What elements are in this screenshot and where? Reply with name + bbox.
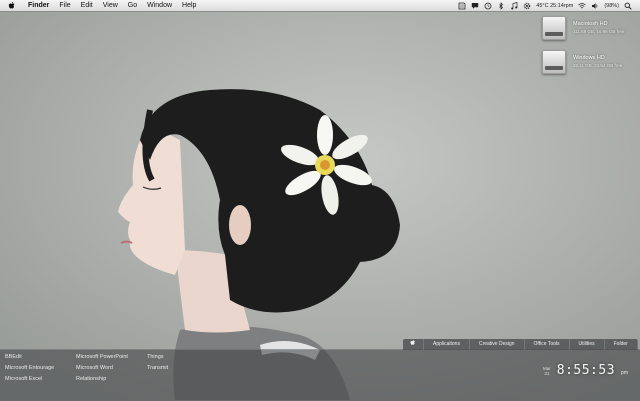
shelf-item-transmit[interactable]: Transmit [147, 363, 168, 374]
tab-creative-design[interactable]: Creative Design [470, 339, 525, 350]
desktop-drive-macintosh-hd[interactable]: Macintosh HD 111.68 GB, 16.96 GB free [542, 16, 624, 40]
bluetooth-icon[interactable] [497, 1, 505, 10]
menu-finder[interactable]: Finder [23, 0, 54, 11]
clock-day: 31 [544, 370, 550, 376]
time-machine-icon[interactable] [484, 2, 492, 10]
desktop-drive-windows-hd[interactable]: Windows HD 32.11 GB, 24.64 GB free [542, 50, 622, 74]
tab-applications[interactable]: Applications [424, 339, 470, 350]
chat-icon[interactable] [471, 2, 479, 10]
drive-name: Macintosh HD [573, 21, 608, 27]
clock-date: Mar 31 [543, 366, 551, 376]
desktop-clock: Mar 31 8:55:53 pm [543, 363, 628, 378]
apple-logo-icon[interactable] [8, 1, 16, 10]
clock-time: 8:55:53 [556, 363, 616, 378]
drive-name: Windows HD [573, 55, 605, 61]
shelf-item-bbedit[interactable]: BBEdit [5, 352, 54, 363]
menu-bar-extras: 45°C 25:14rpm (98%) [458, 0, 640, 11]
hard-drive-icon [542, 50, 566, 74]
battery-status[interactable]: (98%) [604, 3, 619, 9]
shelf-item-microsoft-powerpoint[interactable]: Microsoft PowerPoint [76, 352, 128, 363]
drive-info: 32.11 GB, 24.64 GB free [573, 63, 623, 68]
drive-info: 111.68 GB, 16.96 GB free [573, 29, 625, 34]
shelf-item-microsoft-word[interactable]: Microsoft Word [76, 363, 128, 374]
clock-period: pm [621, 370, 628, 376]
tab-office-tools[interactable]: Office Tools [525, 339, 570, 350]
menu-window[interactable]: Window [142, 0, 177, 11]
shelf-item-relationship[interactable]: Relationship [76, 374, 128, 385]
spotlight-search-icon[interactable] [624, 2, 632, 10]
temperature-fan-readout[interactable]: 45°C 25:14rpm [536, 3, 573, 9]
tab-utilities[interactable]: Utilities [570, 339, 605, 350]
volume-icon[interactable] [591, 2, 599, 10]
hard-drive-icon [542, 16, 566, 40]
stack-tabs: Applications Creative Design Office Tool… [403, 339, 638, 350]
menu-bar-left: Finder File Edit View Go Window Help [0, 0, 201, 11]
menu-view[interactable]: View [98, 0, 123, 11]
shelf-item-microsoft-excel[interactable]: Microsoft Excel [5, 374, 54, 385]
menu-help[interactable]: Help [177, 0, 201, 11]
shelf-column-2: Microsoft PowerPoint Microsoft Word Rela… [76, 352, 128, 385]
clock-month: Mar [543, 365, 551, 371]
tab-apple[interactable] [403, 339, 424, 350]
script-icon[interactable] [458, 2, 466, 10]
menu-bar: Finder File Edit View Go Window Help 45°… [0, 0, 640, 12]
shelf-item-things[interactable]: Things [147, 352, 168, 363]
menu-edit[interactable]: Edit [76, 0, 98, 11]
apple-logo-icon [410, 339, 415, 345]
wifi-icon[interactable] [578, 2, 587, 10]
shelf-column-1: BBEdit Microsoft Entourage Microsoft Exc… [5, 352, 54, 385]
music-note-icon[interactable] [510, 1, 518, 10]
shelf-column-3: Things Transmit [147, 352, 168, 374]
shelf-item-microsoft-entourage[interactable]: Microsoft Entourage [5, 363, 54, 374]
tab-folder[interactable]: Folder [605, 339, 638, 350]
menu-go[interactable]: Go [123, 0, 142, 11]
menu-file[interactable]: File [54, 0, 75, 11]
gear-icon[interactable] [523, 2, 531, 10]
